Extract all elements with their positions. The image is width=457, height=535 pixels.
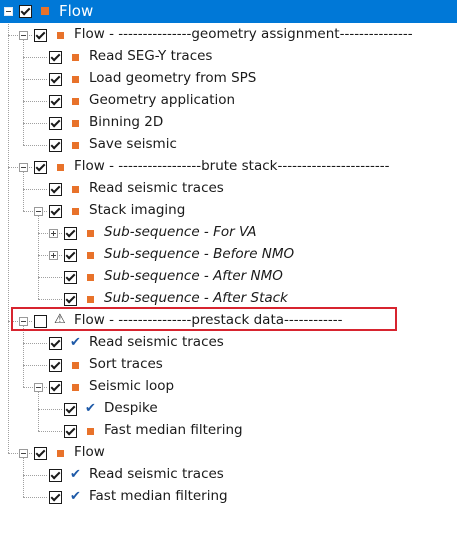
tree-item-read-seismic-traces[interactable]: ✔ Read seismic traces (0, 332, 457, 354)
orange-square-icon (57, 164, 64, 171)
tree-item-label: Sub-sequence - For VA (104, 224, 257, 240)
orange-square-icon (72, 208, 79, 215)
enable-checkbox[interactable] (49, 381, 62, 394)
orange-square-icon (87, 252, 94, 259)
tree-item-stack-imaging[interactable]: Stack imaging (0, 200, 457, 222)
tree-item-sort-traces[interactable]: Sort traces (0, 354, 457, 376)
tree-item-seismic-loop[interactable]: Seismic loop (0, 376, 457, 398)
blue-checkmark-icon: ✔ (70, 467, 81, 482)
enable-checkbox[interactable] (64, 227, 77, 240)
orange-square-icon (41, 7, 49, 15)
enable-checkbox[interactable] (64, 271, 77, 284)
tree-item-fast-median-filtering[interactable]: ✔ Fast median filtering (0, 486, 457, 508)
tree-item-label: Stack imaging (89, 202, 186, 218)
enable-checkbox[interactable] (64, 425, 77, 438)
orange-square-icon (87, 230, 94, 237)
expand-icon[interactable] (49, 229, 58, 238)
tree-item-label: Read SEG-Y traces (89, 48, 213, 64)
tree-item-load-geometry-from-sps[interactable]: Load geometry from SPS (0, 68, 457, 90)
blue-checkmark-icon: ✔ (70, 335, 81, 350)
enable-checkbox[interactable] (49, 73, 62, 86)
tree-item-label: Fast median filtering (89, 488, 228, 504)
collapse-icon[interactable] (34, 383, 43, 392)
orange-square-icon (57, 450, 64, 457)
tree-item-read-seismic-traces[interactable]: Read seismic traces (0, 178, 457, 200)
collapse-icon[interactable] (34, 207, 43, 216)
collapse-icon[interactable] (4, 7, 13, 16)
orange-square-icon (72, 362, 79, 369)
orange-square-icon (72, 54, 79, 61)
enable-checkbox[interactable] (49, 359, 62, 372)
tree-item-label: Binning 2D (89, 114, 164, 130)
enable-checkbox[interactable] (19, 5, 32, 18)
enable-checkbox[interactable] (49, 183, 62, 196)
orange-square-icon (72, 98, 79, 105)
orange-square-icon (87, 274, 94, 281)
tree-item-label: Flow - -----------------brute stack-----… (74, 158, 390, 174)
enable-checkbox[interactable] (49, 117, 62, 130)
orange-square-icon (72, 186, 79, 193)
orange-square-icon (87, 428, 94, 435)
blue-checkmark-icon: ✔ (85, 401, 96, 416)
tree-item-label: Fast median filtering (104, 422, 243, 438)
highlight-box (11, 307, 397, 331)
enable-checkbox[interactable] (34, 447, 47, 460)
tree-item-label: Read seismic traces (89, 466, 224, 482)
tree-item-sub-sequence-after-nmo[interactable]: Sub-sequence - After NMO (0, 266, 457, 288)
tree-item-read-seg-y-traces[interactable]: Read SEG-Y traces (0, 46, 457, 68)
enable-checkbox[interactable] (34, 161, 47, 174)
tree-item-label: Despike (104, 400, 158, 416)
orange-square-icon (57, 32, 64, 39)
tree-item-flow-geometry-assignment[interactable]: Flow - ---------------geometry assignmen… (0, 24, 457, 46)
enable-checkbox[interactable] (49, 337, 62, 350)
expand-icon[interactable] (49, 251, 58, 260)
enable-checkbox[interactable] (64, 293, 77, 306)
enable-checkbox[interactable] (49, 469, 62, 482)
tree-item-flow-brute-stack[interactable]: Flow - -----------------brute stack-----… (0, 156, 457, 178)
enable-checkbox[interactable] (49, 95, 62, 108)
orange-square-icon (72, 76, 79, 83)
tree-item-sub-sequence-for-va[interactable]: Sub-sequence - For VA (0, 222, 457, 244)
enable-checkbox[interactable] (64, 249, 77, 262)
tree-item-label: Read seismic traces (89, 180, 224, 196)
tree-item-despike[interactable]: ✔ Despike (0, 398, 457, 420)
enable-checkbox[interactable] (49, 491, 62, 504)
tree-item-geometry-application[interactable]: Geometry application (0, 90, 457, 112)
tree-item-sub-sequence-before-nmo[interactable]: Sub-sequence - Before NMO (0, 244, 457, 266)
enable-checkbox[interactable] (49, 205, 62, 218)
tree-item-label: Geometry application (89, 92, 236, 108)
tree-item-label: Sub-sequence - After Stack (104, 290, 288, 306)
tree-item-binning-2d[interactable]: Binning 2D (0, 112, 457, 134)
collapse-icon[interactable] (19, 163, 28, 172)
tree-item-label: Sort traces (89, 356, 163, 372)
tree-item-label: Read seismic traces (89, 334, 224, 350)
tree-item-label: Save seismic (89, 136, 177, 152)
enable-checkbox[interactable] (34, 29, 47, 42)
tree-item-read-seismic-traces[interactable]: ✔ Read seismic traces (0, 464, 457, 486)
tree-item-label: Seismic loop (89, 378, 175, 394)
tree-item-label: Sub-sequence - Before NMO (104, 246, 295, 262)
enable-checkbox[interactable] (49, 51, 62, 64)
orange-square-icon (72, 120, 79, 127)
tree-item-label: Flow - ---------------geometry assignmen… (74, 26, 413, 42)
enable-checkbox[interactable] (64, 403, 77, 416)
collapse-icon[interactable] (19, 449, 28, 458)
orange-square-icon (87, 296, 94, 303)
flow-tree: Flow Flow - ---------------geometry assig… (0, 0, 457, 535)
tree-item-flow[interactable]: Flow (0, 442, 457, 464)
orange-square-icon (72, 384, 79, 391)
tree-item-label: Flow (74, 444, 105, 460)
tree-item-label: Load geometry from SPS (89, 70, 257, 86)
tree-item-save-seismic[interactable]: Save seismic (0, 134, 457, 156)
tree-item-fast-median-filtering[interactable]: Fast median filtering (0, 420, 457, 442)
tree-item-label: Sub-sequence - After NMO (104, 268, 283, 284)
tree-item-label: Flow (59, 2, 94, 20)
collapse-icon[interactable] (19, 31, 28, 40)
enable-checkbox[interactable] (49, 139, 62, 152)
blue-checkmark-icon: ✔ (70, 489, 81, 504)
orange-square-icon (72, 142, 79, 149)
tree-item-flow[interactable]: Flow (0, 0, 457, 23)
